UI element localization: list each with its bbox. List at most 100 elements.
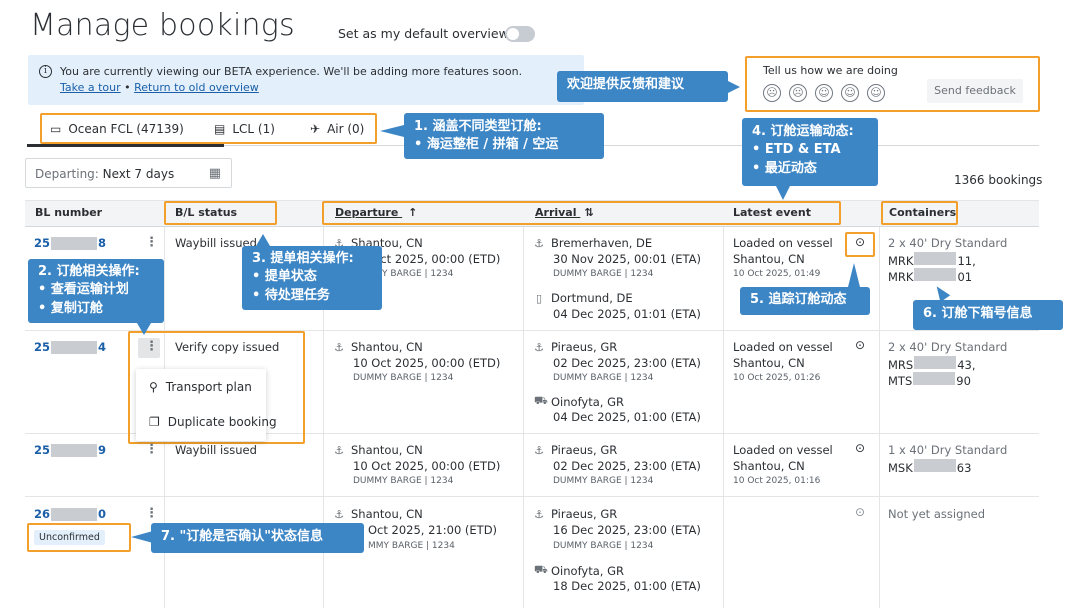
callout-bl-actions: 3. 提单相关操作: • 提单状态 • 待处理任务 — [242, 246, 382, 310]
row-actions-menu-icon[interactable]: ⋮ — [145, 339, 158, 354]
very-sad-face-icon[interactable]: ☹ — [763, 84, 781, 102]
callout-booking-types: 1. 涵盖不同类型订舱: • 海运整柜 / 拼箱 / 空运 — [404, 113, 604, 159]
tab-air[interactable]: ✈ Air (0) — [310, 122, 364, 136]
departing-filter[interactable]: Departing: Next 7 days ▦ — [25, 158, 232, 188]
default-overview-toggle[interactable] — [505, 26, 535, 42]
arrival-port: ⚓ Piraeus, GR — [534, 340, 617, 354]
map-pin-icon[interactable]: ⊙ — [855, 338, 865, 352]
bl-status: Waybill issued — [175, 443, 257, 457]
port-icon: ⚓ — [534, 236, 544, 250]
map-pin-icon[interactable]: ⊙ — [855, 441, 865, 455]
container-prefix: MRS — [888, 358, 914, 372]
arrival-vessel: DUMMY BARGE | 1234 — [553, 541, 654, 551]
bookings-count: 1366 bookings — [954, 173, 1043, 187]
calendar-icon[interactable]: ▦ — [209, 166, 221, 181]
latest-event: Loaded on vessel — [733, 236, 833, 250]
departure-header-label: Departure — [335, 206, 399, 219]
column-header-bl-status: B/L status — [175, 206, 238, 219]
sort-icon[interactable]: ⇅ — [584, 206, 593, 219]
booking-type-tabs: ▭ Ocean FCL (47139) ▤ LCL (1) ✈ Air (0) — [40, 113, 377, 144]
return-old-overview-link[interactable]: Return to old overview — [134, 81, 259, 94]
sad-face-icon[interactable]: ☹ — [789, 84, 807, 102]
container-suffix: 90 — [956, 374, 971, 388]
default-overview-label: Set as my default overview — [338, 26, 509, 41]
container-number: MTS 90 — [888, 372, 971, 388]
departure-vessel: DUMMY BARGE | 1234 — [353, 476, 454, 486]
bl-number-link[interactable]: 25 8 — [34, 236, 106, 250]
take-tour-link[interactable]: Take a tour — [60, 81, 121, 94]
callout-booking-actions: 2. 订舱相关操作: • 查看运输计划 • 复制订舱 — [28, 259, 164, 323]
row-actions-menu-icon[interactable]: ⋮ — [145, 506, 158, 521]
bl-suffix: 0 — [98, 507, 107, 521]
beta-message: You are currently viewing our BETA exper… — [60, 65, 523, 78]
arrival-vessel: DUMMY BARGE | 1234 — [553, 373, 654, 383]
column-header-arrival[interactable]: Arrival ⇅ — [535, 206, 594, 219]
bl-number-link[interactable]: 25 4 — [34, 340, 106, 354]
very-happy-face-icon[interactable]: ☺ — [867, 84, 885, 102]
container-number: MRK 11, — [888, 252, 976, 268]
port-icon: ⚓ — [534, 507, 544, 521]
departure-time: 10 Oct 2025, 00:00 (ETD) — [353, 459, 501, 473]
row-actions-menu-icon[interactable]: ⋮ — [145, 235, 158, 250]
column-divider — [723, 227, 724, 608]
departure-port-name: Shantou, CN — [351, 507, 423, 521]
latest-event-place: Shantou, CN — [733, 459, 805, 473]
neutral-face-icon[interactable]: ☺ — [815, 84, 833, 102]
bl-number-link[interactable]: 26 0 — [34, 507, 106, 521]
departure-vessel: DUMMY BARGE | 1234 — [353, 373, 454, 383]
transport-plan-label: Transport plan — [165, 380, 252, 394]
container-number: MRS 43, — [888, 356, 976, 372]
column-divider — [879, 227, 880, 608]
container-summary: 2 x 40' Dry Standard — [888, 236, 1008, 250]
container-prefix: MRK — [888, 270, 914, 284]
tab-lcl[interactable]: ▤ LCL (1) — [214, 122, 275, 136]
feedback-label: Tell us how we are doing — [763, 64, 898, 77]
redacted-mask — [914, 268, 957, 281]
final-destination: ⛟ Oinofyta, GR — [534, 394, 624, 409]
callout-1-title: 1. 涵盖不同类型订舱: — [414, 119, 542, 134]
container-suffix: 11, — [957, 254, 976, 268]
boxes-icon: ▤ — [214, 122, 226, 136]
callout-2-title: 2. 订舱相关操作: — [38, 264, 140, 279]
bl-number-link[interactable]: 25 9 — [34, 443, 106, 457]
redacted-mask — [51, 340, 98, 354]
callout-arrow — [776, 186, 790, 200]
send-feedback-button[interactable]: Send feedback — [927, 79, 1023, 103]
duplicate-booking-label: Duplicate booking — [167, 415, 277, 429]
redacted-mask — [913, 459, 956, 472]
arrival-port: ⚓ Piraeus, GR — [534, 507, 617, 521]
container-suffix: 01 — [957, 270, 973, 284]
tab-ocean-fcl[interactable]: ▭ Ocean FCL (47139) — [50, 122, 184, 136]
port-icon: ⚓ — [334, 507, 344, 521]
route-icon: ⚲ — [149, 380, 158, 394]
latest-event-time: 10 Oct 2025, 01:49 — [733, 269, 821, 279]
map-pin-icon[interactable]: ⊙ — [855, 505, 865, 519]
page-title: Manage bookings — [30, 8, 295, 43]
column-divider — [523, 227, 524, 608]
menu-item-duplicate-booking[interactable]: ❐ Duplicate booking — [149, 415, 277, 429]
container-summary: Not yet assigned — [888, 507, 986, 521]
depot-icon: ▯ — [535, 291, 543, 305]
callout-feedback: 欢迎提供反馈和建议 — [557, 71, 728, 102]
row-actions-menu-icon[interactable]: ⋮ — [145, 442, 158, 457]
callout-arrow — [728, 81, 740, 93]
happy-face-icon[interactable]: ☺ — [841, 84, 859, 102]
final-destination-time: 04 Dec 2025, 01:00 (ETA) — [553, 410, 701, 424]
callout-6-text: 6. 订舱下箱号信息 — [923, 306, 1033, 321]
map-pin-icon[interactable]: ⊙ — [855, 235, 865, 249]
departure-port-name: Shantou, CN — [351, 340, 423, 354]
bl-suffix: 4 — [98, 340, 107, 354]
latest-event-place: Shantou, CN — [733, 356, 805, 370]
arrival-vessel: DUMMY BARGE | 1234 — [553, 476, 654, 486]
final-destination: ▯ Dortmund, DE — [534, 291, 633, 305]
final-destination: ⛟ Oinofyta, GR — [534, 563, 624, 578]
menu-item-transport-plan[interactable]: ⚲ Transport plan — [149, 380, 252, 394]
column-header-containers: Containers — [889, 206, 957, 219]
callout-1-line: • 海运整柜 / 拼箱 / 空运 — [414, 137, 559, 153]
arrival-time: 02 Dec 2025, 23:00 (ETA) — [553, 356, 701, 370]
sort-ascending-icon[interactable]: ↑ — [408, 206, 417, 219]
bl-suffix: 9 — [98, 443, 107, 457]
column-header-latest-event: Latest event — [733, 206, 811, 219]
column-header-departure[interactable]: Departure ↑ — [335, 206, 417, 219]
arrival-port: ⚓ Piraeus, GR — [534, 443, 617, 457]
